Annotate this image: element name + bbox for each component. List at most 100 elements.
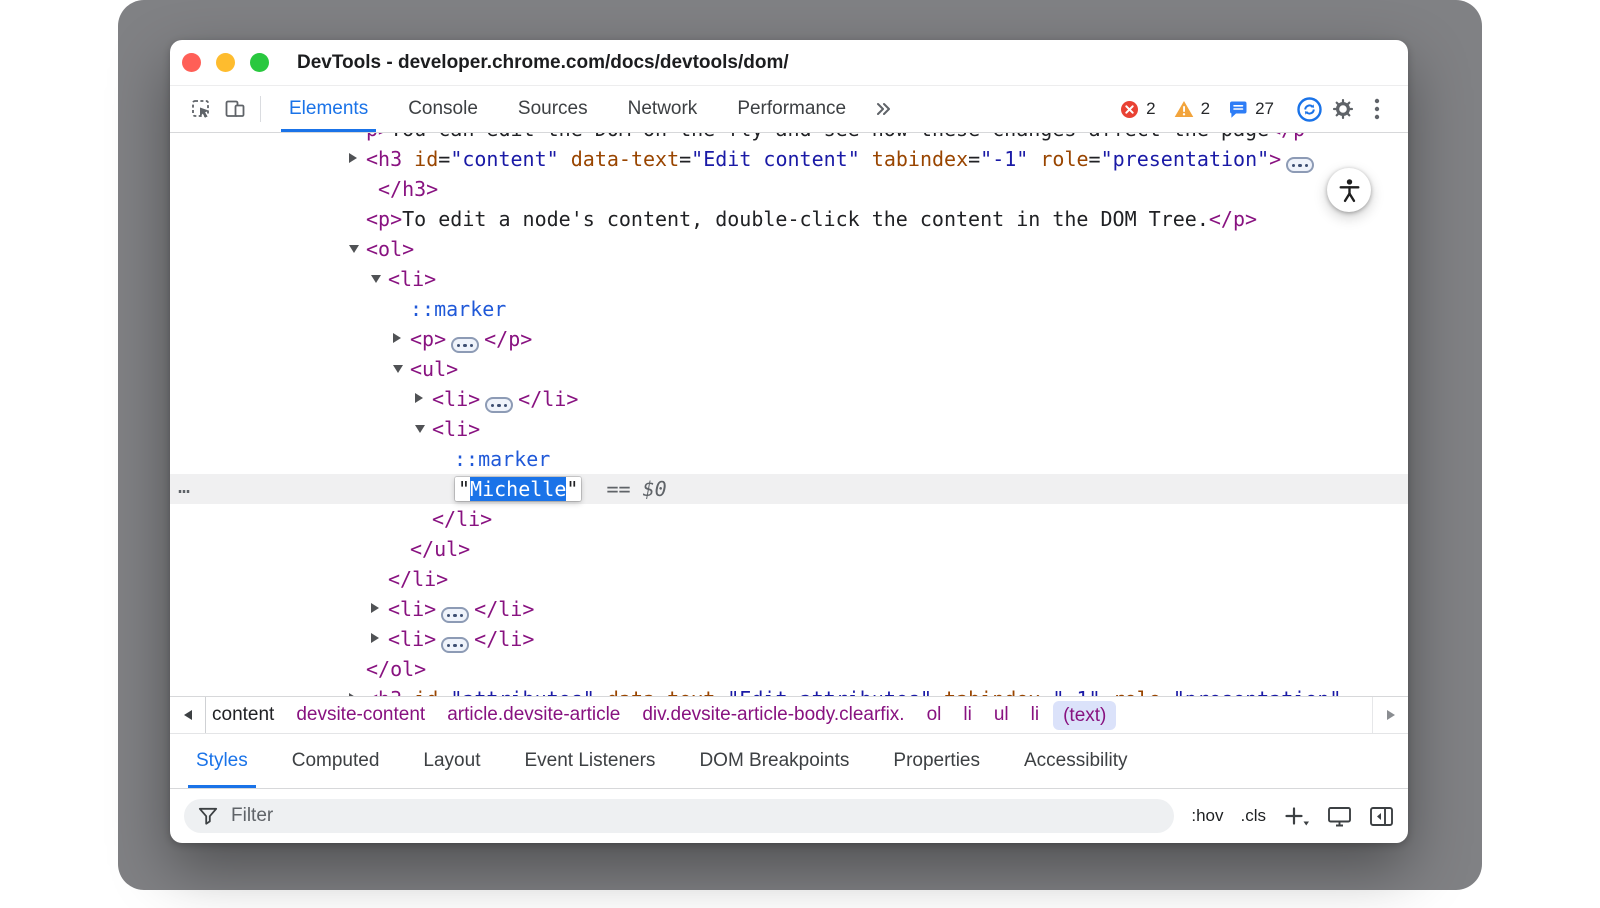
dom-tree-row[interactable]: <h3 id="content" data-text="Edit content… <box>170 144 1408 174</box>
breadcrumb-item-li[interactable]: li <box>1020 704 1050 726</box>
breadcrumb-item-ol[interactable]: ol <box>916 704 953 726</box>
disclosure-right-icon[interactable] <box>415 393 423 403</box>
sidebar-tab-event-listeners[interactable]: Event Listeners <box>502 734 677 788</box>
sidebar-tab-dom-breakpoints[interactable]: DOM Breakpoints <box>677 734 871 788</box>
double-chevron-icon <box>871 97 895 121</box>
zoom-button[interactable] <box>250 53 269 72</box>
filter-funnel-icon <box>198 807 218 825</box>
dom-tree-row[interactable]: ::marker <box>170 294 1408 324</box>
toolbar-separator <box>260 96 261 122</box>
dom-tree-row[interactable]: </ol> <box>170 654 1408 684</box>
expand-ellipsis-button[interactable] <box>441 637 469 653</box>
devtools-toolbar: ElementsConsoleSourcesNetworkPerformance… <box>170 86 1408 133</box>
accessibility-overlay-button[interactable] <box>1327 168 1371 212</box>
toggle-element-state-button[interactable]: :hov <box>1191 806 1223 826</box>
device-toolbar-button[interactable] <box>218 92 252 126</box>
code-token: <li> <box>388 627 436 651</box>
disclosure-right-icon[interactable] <box>349 693 357 696</box>
sync-circle-button[interactable] <box>1292 92 1326 126</box>
breadcrumb-item-article-devsite-article[interactable]: article.devsite-article <box>436 704 631 726</box>
warning-badge[interactable]: 2 <box>1174 99 1210 119</box>
expand-ellipsis-button[interactable] <box>441 607 469 623</box>
breadcrumb-item-devsite-content[interactable]: devsite-content <box>285 704 436 726</box>
close-button[interactable] <box>182 53 201 72</box>
new-style-rule-button[interactable] <box>1283 804 1310 829</box>
disclosure-down-icon[interactable] <box>349 245 359 253</box>
sidebar-tab-properties[interactable]: Properties <box>871 734 1002 788</box>
breadcrumb-scroll-right-button[interactable] <box>1372 697 1408 733</box>
disclosure-right-icon[interactable] <box>371 633 379 643</box>
toggle-sidebar-button[interactable] <box>1369 806 1394 827</box>
disclosure-down-icon[interactable] <box>415 425 425 433</box>
dom-tree-row[interactable]: </li> <box>170 504 1408 534</box>
panel-tabs: ElementsConsoleSourcesNetworkPerformance <box>269 86 866 132</box>
code-token: </li> <box>432 507 492 531</box>
dom-tree-row[interactable]: <ol> <box>170 234 1408 264</box>
breadcrumb-item-content[interactable]: content <box>206 704 285 726</box>
disclosure-right-icon[interactable] <box>393 333 401 343</box>
settings-button[interactable] <box>1326 92 1360 126</box>
device-toolbar-icon <box>223 97 247 121</box>
code-token <box>1028 147 1040 171</box>
filter-field[interactable] <box>184 799 1174 833</box>
dom-tree-row[interactable]: </ul> <box>170 534 1408 564</box>
tab-console[interactable]: Console <box>388 86 498 132</box>
code-token: </p> <box>484 327 532 351</box>
code-token: "attributes" <box>450 687 595 696</box>
breadcrumb-item-div-devsite-article-body-clearfix[interactable]: div.devsite-article-body.clearfix. <box>631 704 915 726</box>
toggle-classes-button[interactable]: .cls <box>1241 806 1267 826</box>
code-token: = <box>1040 687 1052 696</box>
dom-tree-row[interactable]: <h3 id="attributes" data-text="Edit attr… <box>170 684 1408 696</box>
rendering-emulation-button[interactable] <box>1327 805 1352 828</box>
dom-tree-row[interactable]: <p>To edit a node's content, double-clic… <box>170 204 1408 234</box>
dom-tree-row[interactable]: <p></p> <box>170 324 1408 354</box>
expand-ellipsis-button[interactable] <box>451 337 479 353</box>
code-token: </ul> <box>410 537 470 561</box>
expand-ellipsis-button[interactable] <box>1286 157 1314 173</box>
traffic-lights <box>182 53 269 72</box>
code-token: role <box>1113 687 1161 696</box>
disclosure-right-icon[interactable] <box>349 153 357 163</box>
disclosure-down-icon[interactable] <box>371 275 381 283</box>
dom-tree-row[interactable]: p>You can edit the DOM on the fly and se… <box>170 133 1408 144</box>
code-token: = <box>715 687 727 696</box>
dom-tree-row[interactable]: <li></li> <box>170 624 1408 654</box>
disclosure-right-icon[interactable] <box>371 603 379 613</box>
inspect-element-button[interactable] <box>184 92 218 126</box>
kebab-menu-button[interactable] <box>1360 92 1394 126</box>
breadcrumb-item-ul[interactable]: ul <box>983 704 1020 726</box>
dom-tree-row[interactable]: <li> <box>170 414 1408 444</box>
inline-edit-box[interactable]: "Michelle" <box>455 477 581 501</box>
edited-text-selection[interactable]: Michelle <box>470 477 566 501</box>
dom-tree-row[interactable]: ::marker <box>170 444 1408 474</box>
sidebar-tab-styles[interactable]: Styles <box>174 734 270 788</box>
sidebar-tab-layout[interactable]: Layout <box>401 734 502 788</box>
messages-badge[interactable]: 27 <box>1228 99 1274 119</box>
sidebar-tab-accessibility[interactable]: Accessibility <box>1002 734 1149 788</box>
code-token: To edit a node's content, double-click t… <box>402 207 1209 231</box>
dom-tree-row[interactable]: <li> <box>170 264 1408 294</box>
expand-ellipsis-button[interactable] <box>485 397 513 413</box>
tab-sources[interactable]: Sources <box>498 86 608 132</box>
minimize-button[interactable] <box>216 53 235 72</box>
breadcrumb-item-text[interactable]: (text) <box>1053 701 1116 730</box>
breadcrumb-scroll-left-button[interactable] <box>170 697 206 733</box>
dom-tree-row[interactable]: </h3> <box>170 174 1408 204</box>
tab-network[interactable]: Network <box>608 86 718 132</box>
dom-tree-row[interactable]: </li> <box>170 564 1408 594</box>
tab-performance[interactable]: Performance <box>717 86 866 132</box>
error-badge[interactable]: 2 <box>1120 99 1155 119</box>
code-token: $0 <box>643 477 667 501</box>
dom-tree-row[interactable]: <li></li> <box>170 594 1408 624</box>
code-token: "Edit attributes" <box>727 687 932 696</box>
dom-tree-row[interactable]: <ul> <box>170 354 1408 384</box>
code-token <box>595 687 607 696</box>
breadcrumb-item-li[interactable]: li <box>952 704 982 726</box>
dom-tree-row[interactable]: …"Michelle" == $0 <box>170 474 1408 504</box>
more-tabs-button[interactable] <box>866 92 900 126</box>
sidebar-tab-computed[interactable]: Computed <box>270 734 402 788</box>
dom-tree-row[interactable]: <li></li> <box>170 384 1408 414</box>
tab-elements[interactable]: Elements <box>269 86 388 132</box>
disclosure-down-icon[interactable] <box>393 365 403 373</box>
filter-input[interactable] <box>229 804 1160 828</box>
